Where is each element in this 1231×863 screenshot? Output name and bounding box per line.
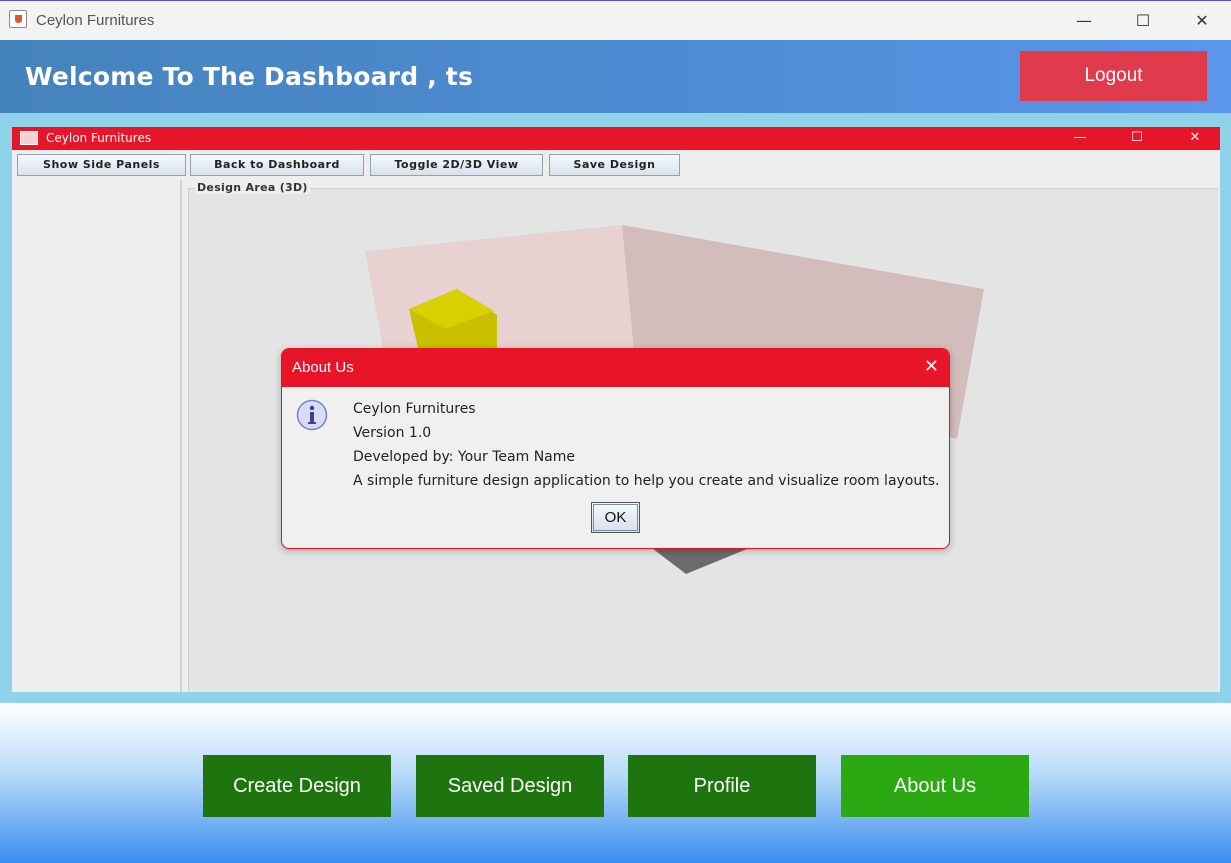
java-app-icon	[9, 10, 27, 28]
bottom-nav: Create Design Saved Design Profile About…	[0, 703, 1231, 863]
ok-button[interactable]: OK	[591, 502, 640, 533]
close-button[interactable]: ✕	[1177, 128, 1213, 148]
show-side-panels-button[interactable]: Show Side Panels	[17, 154, 186, 176]
java-app-icon	[20, 131, 38, 145]
minimize-button[interactable]: —	[1062, 128, 1098, 148]
create-design-button[interactable]: Create Design	[203, 755, 391, 817]
about-us-button[interactable]: About Us	[841, 755, 1029, 817]
dialog-title: About Us	[292, 359, 354, 376]
dialog-app-name: Ceylon Furnitures	[353, 401, 476, 417]
dashboard-header: Welcome To The Dashboard , ts Logout	[0, 40, 1231, 113]
profile-button[interactable]: Profile	[628, 755, 816, 817]
dialog-close-button[interactable]: ✕	[924, 356, 939, 378]
design-toolbar: Show Side Panels Back to Dashboard Toggl…	[12, 150, 1220, 180]
dialog-titlebar: About Us ✕	[282, 349, 949, 387]
close-button[interactable]: ✕	[1182, 7, 1222, 35]
save-design-button[interactable]: Save Design	[549, 154, 680, 176]
toggle-view-button[interactable]: Toggle 2D/3D View	[370, 154, 543, 176]
maximize-button[interactable]: ☐	[1123, 7, 1163, 35]
dialog-description: A simple furniture design application to…	[353, 473, 940, 489]
welcome-title: Welcome To The Dashboard , ts	[25, 62, 474, 91]
design-window-title: Ceylon Furnitures	[46, 131, 152, 145]
dialog-version: Version 1.0	[353, 425, 432, 441]
room-left-wall	[365, 225, 634, 353]
design-area-label: Design Area (3D)	[195, 181, 310, 194]
design-window-titlebar: Ceylon Furnitures — ☐ ✕	[12, 127, 1220, 150]
dialog-developer: Developed by: Your Team Name	[353, 449, 575, 465]
side-panel	[12, 180, 182, 692]
window-titlebar: Ceylon Furnitures — ☐ ✕	[0, 0, 1231, 40]
info-icon	[296, 399, 328, 431]
saved-design-button[interactable]: Saved Design	[416, 755, 604, 817]
maximize-button[interactable]: ☐	[1119, 128, 1155, 148]
back-to-dashboard-button[interactable]: Back to Dashboard	[190, 154, 364, 176]
minimize-button[interactable]: —	[1064, 7, 1104, 35]
logout-button[interactable]: Logout	[1020, 51, 1207, 101]
about-dialog: About Us ✕ Ceylon Furnitures Version 1.0…	[281, 348, 950, 549]
window-title: Ceylon Furnitures	[36, 12, 155, 29]
